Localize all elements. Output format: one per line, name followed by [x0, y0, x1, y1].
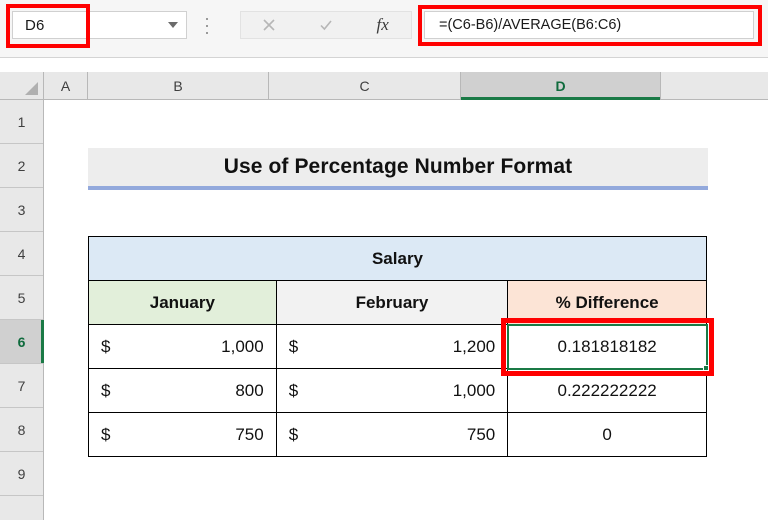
currency-symbol: $: [101, 380, 111, 400]
table-group-header: Salary: [88, 236, 707, 281]
cell-c8[interactable]: $ 750: [275, 412, 509, 457]
confirm-check-icon[interactable]: [302, 12, 350, 38]
name-box[interactable]: D6: [12, 11, 187, 39]
cell-value: 1,200: [452, 336, 496, 356]
cell-d6[interactable]: 0.181818182: [507, 324, 707, 369]
cell-value: 1,000: [452, 380, 496, 400]
column-header-b[interactable]: B: [88, 72, 269, 99]
toolbar-drag-handle: [205, 18, 209, 34]
row-header-3[interactable]: 3: [0, 188, 43, 232]
currency-symbol: $: [288, 380, 299, 400]
currency-symbol: $: [288, 424, 299, 444]
currency-symbol: $: [101, 424, 111, 444]
salary-table: Salary January February % Difference $ 1…: [88, 236, 707, 457]
column-header-a[interactable]: A: [44, 72, 88, 99]
currency-symbol: $: [101, 336, 111, 356]
cell-c6[interactable]: $ 1,200: [275, 324, 509, 369]
row-header-5[interactable]: 5: [0, 276, 43, 320]
column-header-january: January: [88, 280, 277, 325]
row-header-1[interactable]: 1: [0, 100, 43, 144]
sheet-title-banner: Use of Percentage Number Format: [88, 148, 708, 190]
select-all-triangle-icon[interactable]: [0, 72, 44, 99]
column-header-spacer: [661, 72, 768, 99]
fx-insert-function-icon[interactable]: fx: [359, 12, 407, 38]
table-row: $ 750 $ 750 0: [88, 412, 707, 457]
formula-bar: D6 fx =(C6-B6)/AVERAGE(B6:C6): [0, 0, 768, 58]
cell-value: 750: [466, 424, 496, 444]
column-header-percent-difference: % Difference: [507, 280, 707, 325]
column-header-d[interactable]: D: [461, 72, 661, 100]
column-header-c[interactable]: C: [269, 72, 461, 99]
column-header-row: A B C D: [0, 72, 768, 100]
cell-d7[interactable]: 0.222222222: [507, 368, 707, 413]
chevron-down-icon[interactable]: [160, 12, 186, 38]
row-header-4[interactable]: 4: [0, 232, 43, 276]
column-header-february: February: [275, 280, 509, 325]
cell-value: 1,000: [221, 336, 264, 356]
formula-action-buttons: fx: [240, 11, 412, 39]
cell-value: 800: [235, 380, 264, 400]
formula-input[interactable]: =(C6-B6)/AVERAGE(B6:C6): [424, 11, 754, 39]
table-row: $ 800 $ 1,000 0.222222222: [88, 368, 707, 413]
cell-b6[interactable]: $ 1,000: [88, 324, 277, 369]
cell-b7[interactable]: $ 800: [88, 368, 277, 413]
table-header-row: January February % Difference: [88, 280, 707, 325]
cancel-x-icon[interactable]: [245, 12, 293, 38]
row-header-8[interactable]: 8: [0, 408, 43, 452]
currency-symbol: $: [288, 336, 299, 356]
row-header-7[interactable]: 7: [0, 364, 43, 408]
table-row: $ 1,000 $ 1,200 0.181818182: [88, 324, 707, 369]
cell-d8[interactable]: 0: [507, 412, 707, 457]
row-header-2[interactable]: 2: [0, 144, 43, 188]
table-group-header-row: Salary: [88, 236, 707, 281]
cell-c7[interactable]: $ 1,000: [275, 368, 509, 413]
row-header-6[interactable]: 6: [0, 320, 44, 364]
cell-b8[interactable]: $ 750: [88, 412, 277, 457]
worksheet-grid[interactable]: Use of Percentage Number Format Salary J…: [45, 100, 768, 520]
cell-value: 750: [235, 424, 264, 444]
name-box-value: D6: [25, 16, 45, 34]
row-header-9[interactable]: 9: [0, 452, 43, 496]
row-header-column: 1 2 3 4 5 6 7 8 9: [0, 100, 44, 520]
page-title: Use of Percentage Number Format: [223, 155, 573, 178]
